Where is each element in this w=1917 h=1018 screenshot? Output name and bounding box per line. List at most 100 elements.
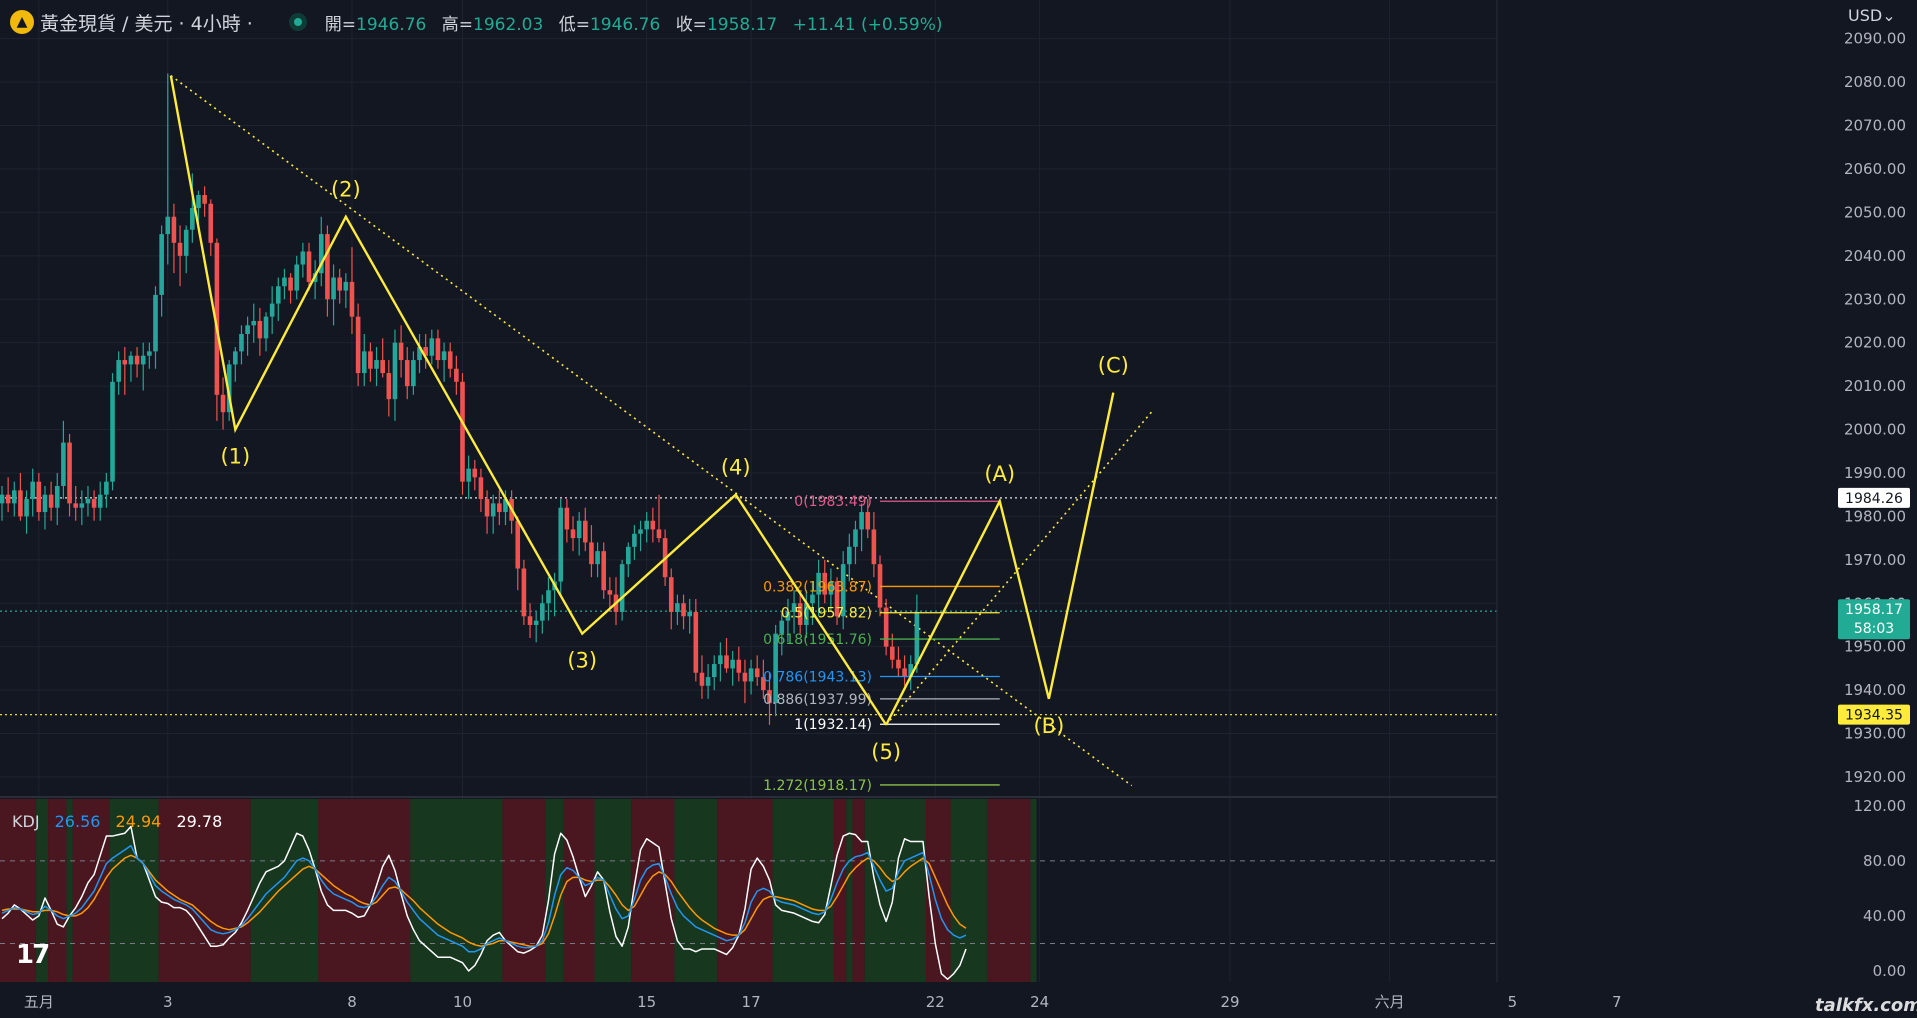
kdj-tick-label: 40.00 (1863, 907, 1906, 925)
wave-label: (5) (871, 740, 901, 764)
symbol-title[interactable]: 黃金現貨 / 美元 · 4小時 · (40, 9, 253, 36)
candle-body (632, 533, 637, 547)
price-tag-label: 1934.35 (1845, 708, 1903, 724)
candle-body (177, 242, 183, 256)
high-value: 1962.03 (473, 14, 544, 35)
candle-body (705, 677, 711, 686)
y-tick-label: 2060.00 (1844, 160, 1906, 178)
kdj-name: KDJ (12, 812, 40, 831)
candle-body (147, 351, 152, 356)
fib-level-label: 0.886(1937.99) (763, 692, 872, 708)
candle-body (91, 499, 97, 508)
candle-body (116, 360, 121, 382)
candle-body (521, 568, 527, 617)
tradingview-logo-icon[interactable]: 17 (16, 940, 50, 970)
kdj-k-value: 26.56 (54, 812, 101, 831)
kdj-d-value: 24.94 (115, 812, 162, 831)
candle-body (5, 494, 11, 504)
wave-label: (C) (1098, 354, 1129, 378)
candle-body (847, 546, 852, 565)
candle-body (871, 529, 877, 565)
candle-body (306, 251, 312, 282)
y-tick-label: 2030.00 (1844, 290, 1906, 308)
candle-body (128, 355, 134, 365)
candle-body (736, 659, 742, 673)
x-tick-label: 17 (742, 993, 761, 1011)
candle-body (411, 360, 416, 387)
candle-body (263, 316, 269, 339)
candle-body (687, 611, 692, 617)
chart-canvas[interactable]: 0(1983.49) 0.382(1963.87) 0.5(1957.82) 0.61… (0, 0, 1917, 1018)
watermark: talkfx.com (1815, 995, 1917, 1016)
candle-body (343, 281, 349, 291)
candle-body (67, 442, 72, 504)
candle-body (18, 490, 23, 517)
y-tick-label: 2050.00 (1844, 203, 1906, 221)
wave-label: (B) (1033, 714, 1064, 738)
candle-body (638, 529, 643, 534)
kdj-region-bull (1030, 799, 1037, 982)
candle-body (656, 529, 662, 539)
x-tick-label: 五月 (24, 993, 54, 1011)
kdj-tick-label: 120.00 (1854, 797, 1907, 815)
candle-body (533, 620, 539, 625)
correction-wave (885, 392, 1115, 726)
price-tag-countdown: 58:03 (1854, 621, 1894, 637)
candle-body (625, 546, 631, 565)
candle-body (61, 442, 66, 486)
y-tick-label: 1920.00 (1844, 768, 1906, 786)
candle-body (374, 360, 379, 369)
candle-body (11, 490, 17, 504)
candle-body (42, 494, 48, 513)
candle-body (564, 507, 570, 530)
kdj-region-bear (926, 799, 951, 982)
close-value: 1958.17 (706, 14, 778, 35)
candle-body (140, 355, 146, 365)
fib-level-label: 0.5(1957.82) (781, 606, 872, 622)
x-tick-label: 六月 (1375, 993, 1405, 1011)
candle-body (361, 351, 367, 374)
candle-body (220, 394, 226, 413)
candle-body (325, 234, 330, 300)
candle-body (165, 216, 171, 235)
y-tick-label: 1940.00 (1844, 681, 1906, 699)
candle-body (404, 360, 410, 387)
candle-body (294, 264, 300, 291)
market-open-dot-icon[interactable] (288, 13, 307, 31)
ohlc-values: 開=1946.76 高=1962.03 低=1946.76 收=1958.17 … (325, 10, 953, 35)
wave-label: (4) (721, 456, 751, 480)
candle-body (546, 590, 551, 604)
candle-body (110, 381, 115, 482)
candle-body (288, 277, 293, 291)
fib-level-label: 1(1932.14) (794, 717, 872, 733)
candle-body (865, 512, 871, 530)
kdj-region-bull (864, 799, 927, 982)
candle-body (97, 494, 103, 508)
candle-body (742, 672, 748, 682)
currency-selector[interactable]: USD⌄ (1848, 6, 1896, 25)
candle-body (331, 277, 336, 300)
candle-body (515, 520, 521, 569)
kdj-j-value: 29.78 (176, 812, 223, 831)
candle-body (853, 529, 858, 547)
candle-body (337, 277, 342, 291)
candle-body (675, 603, 680, 612)
candle-body (380, 360, 385, 374)
high-label: 高= (441, 14, 473, 35)
x-tick-label: 8 (347, 993, 357, 1011)
candle-body (0, 494, 5, 504)
kdj-legend[interactable]: KDJ 26.56 24.94 29.78 (12, 812, 232, 831)
candle-body (711, 664, 717, 678)
y-tick-label: 2070.00 (1844, 117, 1906, 135)
elliott-waves: (1) (2) (3) (4) (5) (A) (B) (C) (169, 75, 1129, 764)
candle-body (79, 503, 85, 508)
candle-body (681, 603, 686, 617)
gold-coin-icon[interactable]: ▲ (10, 10, 34, 34)
candle-body (447, 351, 453, 369)
candle-body (368, 351, 373, 369)
candle-body (478, 477, 484, 500)
kdj-region-bear (852, 799, 865, 982)
kdj-tick-label: 0.00 (1873, 962, 1906, 980)
candle-body (472, 468, 478, 478)
candle-body (730, 659, 735, 669)
